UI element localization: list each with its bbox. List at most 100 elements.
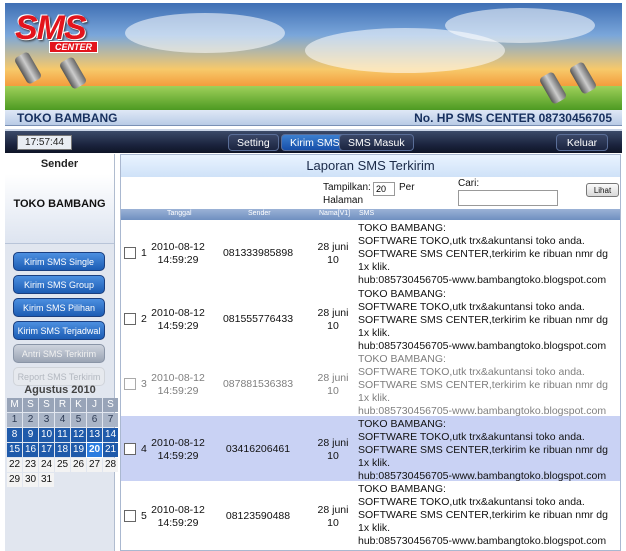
calendar-day[interactable]: 25 [55,458,70,472]
row-checkbox[interactable] [124,378,136,390]
header-banner: SMS CENTER [5,3,622,110]
calendar-day[interactable]: 13 [87,428,102,442]
row-time: 14:59:29 [157,320,199,332]
row-checkbox[interactable] [124,247,136,259]
row-sms-text: TOKO BAMBANG: SOFTWARE TOKO,utk trx&akun… [358,288,608,352]
row-sms-text: TOKO BAMBANG: SOFTWARE TOKO,utk trx&akun… [358,418,608,482]
row-number: 4 [141,443,147,455]
calendar-day[interactable]: 16 [23,443,38,457]
row-checkbox[interactable] [124,510,136,522]
calendar-day[interactable]: 30 [23,473,38,487]
calendar-day-prev[interactable]: 6 [87,413,102,427]
row-name: 28 juni [317,241,349,253]
top-nav: 17:57:44 Setting Kirim SMS SMS Masuk Kel… [5,129,622,153]
hp-number-label: No. HP SMS CENTER 08730456705 [414,111,612,125]
phone-icon [13,51,43,85]
info-bar: TOKO BAMBANG No. HP SMS CENTER 087304567… [5,110,622,126]
row-checkbox[interactable] [124,443,136,455]
row-name-line2: 10 [327,254,339,266]
sidebar-menu: Kirim SMS Single Kirim SMS Group Kirim S… [5,244,114,386]
row-sms-text: TOKO BAMBANG: SOFTWARE TOKO,utk trx&akun… [358,353,608,417]
menu-antri-sms-terkirim[interactable]: Antri SMS Terkirim [13,344,105,363]
calendar-day[interactable]: 28 [103,458,118,472]
calendar-day[interactable]: 14 [103,428,118,442]
row-number: 2 [141,313,147,325]
view-button[interactable]: Lihat [586,183,619,197]
calendar-day-prev[interactable]: 1 [7,413,22,427]
table-header: Tanggal Sender Nama[V1] SMS [121,209,620,220]
row-number: 1 [141,247,147,259]
row-date: 2010-08-12 [151,437,205,449]
calendar-day-prev[interactable]: 2 [23,413,38,427]
nav-setting[interactable]: Setting [228,134,279,151]
calendar-month: Agustus 2010 [24,384,96,396]
row-date: 2010-08-12 [151,504,205,516]
calendar-day-prev[interactable]: 5 [71,413,86,427]
calendar-day[interactable]: 26 [71,458,86,472]
col-sms: SMS [359,210,375,217]
calendar-weekday: K [71,398,86,412]
row-sms-text: TOKO BAMBANG: SOFTWARE TOKO,utk trx&akun… [358,222,608,286]
calendar-day[interactable]: 22 [7,458,22,472]
table-row: 2 2010-08-12 14:59:29 081555776433 28 juni 10… [121,286,620,352]
page-label: Halaman [323,195,364,206]
row-sender: 03416206461 [225,443,291,455]
table-row: 3 2010-08-12 14:59:29 087881536383 28 juni 10… [121,351,620,417]
calendar-day-prev[interactable]: 3 [39,413,54,427]
col-nama: Nama[V1] [319,210,351,217]
row-sms-text: TOKO BAMBANG: SOFTWARE TOKO,utk trx&akun… [358,483,608,547]
col-sender: Sender [248,210,271,217]
row-name-line2: 10 [327,385,339,397]
menu-kirim-sms-pilihan[interactable]: Kirim SMS Pilihan [13,298,105,317]
calendar-day-prev[interactable]: 4 [55,413,70,427]
nav-keluar[interactable]: Keluar [556,134,608,151]
calendar-day[interactable]: 17 [39,443,54,457]
row-sender: 087881536383 [222,378,294,390]
calendar-day[interactable]: 27 [87,458,102,472]
calendar-day[interactable]: 9 [23,428,38,442]
calendar-day[interactable]: 18 [55,443,70,457]
rows-per-page-input[interactable] [373,182,395,196]
row-name-line2: 10 [327,517,339,529]
calendar-weekday: M [7,398,22,412]
sidebar: Sender TOKO BAMBANG Kirim SMS Single Kir… [5,154,118,551]
clock: 17:57:44 [17,135,72,150]
menu-kirim-sms-group[interactable]: Kirim SMS Group [13,275,105,294]
row-time: 14:59:29 [157,517,199,529]
calendar-day[interactable]: 29 [7,473,22,487]
calendar-day[interactable]: 8 [7,428,22,442]
calendar-day[interactable]: 24 [39,458,54,472]
shop-name: TOKO BAMBANG [17,111,118,125]
calendar-day[interactable]: 11 [55,428,70,442]
calendar-day[interactable]: 10 [39,428,54,442]
row-name: 28 juni [317,504,349,516]
row-checkbox[interactable] [124,313,136,325]
table-row: 1 2010-08-12 14:59:29 081333985898 28 juni 10… [121,220,620,286]
calendar-day-prev[interactable]: 7 [103,413,118,427]
row-time: 14:59:29 [157,450,199,462]
search-input[interactable] [458,190,558,206]
calendar-day[interactable]: 23 [23,458,38,472]
calendar-grid: M S S R K J S 1 2 3 4 5 6 7 8 9 10 11 12 13 14 15 16 17 18 19 20 21… [7,398,118,487]
search-label: Cari: [458,178,480,189]
row-date: 2010-08-12 [151,372,205,384]
row-name: 28 juni [317,437,349,449]
calendar-day[interactable]: 31 [39,473,54,487]
menu-kirim-sms-terjadwal[interactable]: Kirim SMS Terjadwal [13,321,105,340]
menu-kirim-sms-single[interactable]: Kirim SMS Single [13,252,105,271]
page-title: Laporan SMS Terkirim [121,155,620,177]
sender-header: Sender [5,154,114,174]
calendar-day[interactable]: 15 [7,443,22,457]
row-name-line2: 10 [327,320,339,332]
sender-shop-name: TOKO BAMBANG [5,174,114,244]
col-tanggal: Tanggal [167,210,192,217]
nav-sms-masuk[interactable]: SMS Masuk [339,134,414,151]
calendar-day[interactable]: 12 [71,428,86,442]
calendar-weekday: S [39,398,54,412]
row-name: 28 juni [317,372,349,384]
calendar-day[interactable]: 19 [71,443,86,457]
calendar-day[interactable]: 21 [103,443,118,457]
calendar-today[interactable]: 20 [86,442,103,458]
report-controls: Tampilkan: Per Halaman Cari: Lihat [121,177,620,209]
calendar-weekday: S [103,398,118,412]
